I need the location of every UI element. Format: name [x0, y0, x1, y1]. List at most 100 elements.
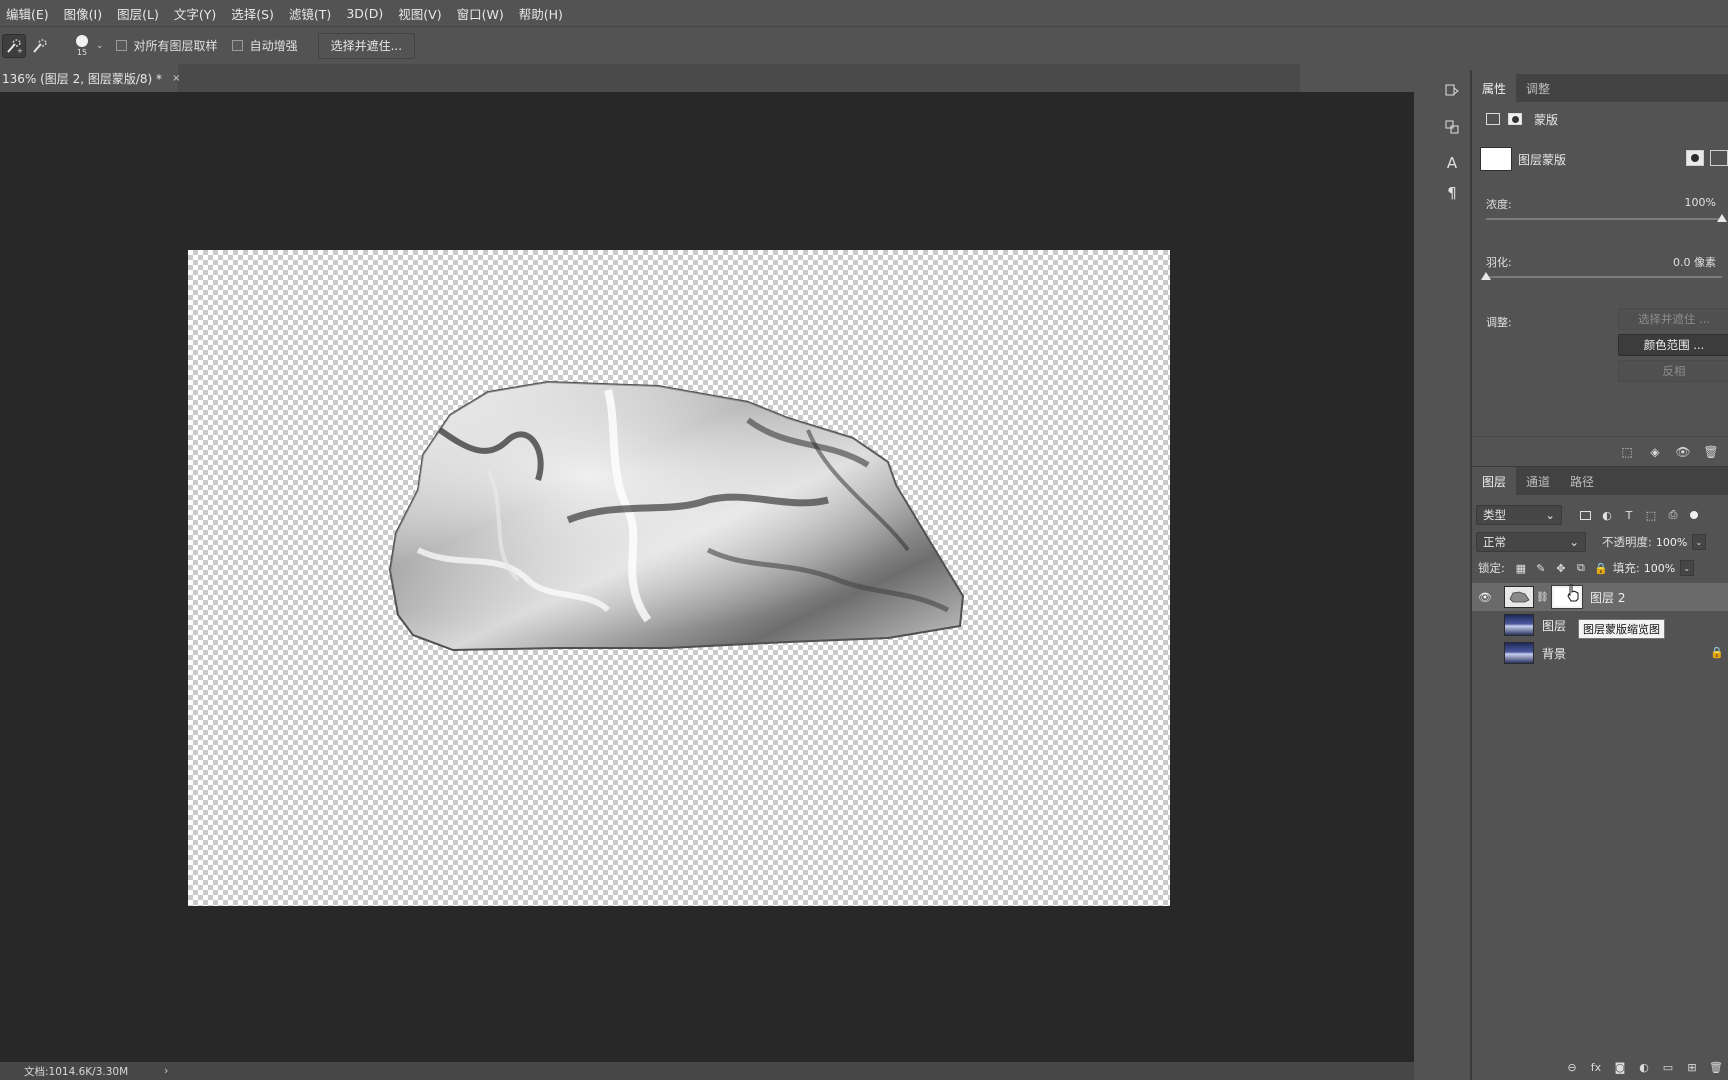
history-icon[interactable] — [1434, 76, 1470, 106]
filter-pixel-icon[interactable] — [1574, 506, 1596, 524]
menu-edit[interactable]: 编辑(E) — [6, 4, 49, 23]
checkbox-box[interactable] — [231, 40, 243, 51]
document-tab[interactable]: 136% (图层 2, 图层蒙版/8) * × — [0, 64, 180, 92]
density-knob[interactable] — [1717, 214, 1727, 222]
opacity-dropdown-icon[interactable]: ⌄ — [1691, 534, 1706, 550]
fx-icon[interactable]: fx — [1584, 1061, 1608, 1074]
lock-position-icon[interactable]: ✥ — [1551, 559, 1571, 577]
lock-artboard-icon[interactable]: ⧉ — [1571, 559, 1591, 577]
layer-name[interactable]: 图层 2 — [1590, 589, 1625, 606]
lock-all-icon[interactable]: 🔒 — [1591, 559, 1611, 577]
new-group-icon[interactable]: ▭ — [1656, 1061, 1680, 1074]
properties-footer: ⬚ ◈ 👁 🗑 — [1472, 436, 1728, 466]
color-range-button[interactable]: 颜色范围 ... — [1618, 334, 1728, 356]
brush-picker[interactable]: 15 — [74, 34, 90, 57]
new-layer-icon[interactable]: ⊞ — [1680, 1061, 1704, 1074]
density-track[interactable] — [1486, 218, 1722, 220]
menu-window[interactable]: 窗口(W) — [457, 4, 504, 23]
adjust-section: 调整: 选择并遮住 ... 颜色范围 ... 反相 — [1472, 308, 1728, 388]
close-icon[interactable]: × — [172, 73, 180, 84]
menu-layer[interactable]: 图层(L) — [117, 4, 159, 23]
layer-thumbnail[interactable] — [1504, 642, 1534, 664]
add-mask-icon[interactable]: ◙ — [1608, 1061, 1632, 1074]
layer-thumbnail[interactable] — [1504, 614, 1534, 636]
feather-slider[interactable]: 羽化: 0.0 像素 — [1472, 254, 1728, 294]
select-and-mask-button[interactable]: 选择并遮住... — [317, 32, 416, 59]
link-layers-icon[interactable]: ⊖ — [1560, 1061, 1584, 1074]
filter-toggle-icon[interactable] — [1690, 511, 1698, 519]
eye-hidden-icon[interactable]: 👁 — [1472, 639, 1498, 667]
delete-mask-icon[interactable]: 🗑 — [1700, 441, 1722, 463]
filter-type-icon[interactable]: T — [1618, 506, 1640, 524]
visibility-icon[interactable]: 👁 — [1672, 441, 1694, 463]
lock-pixels-icon[interactable]: ✎ — [1531, 559, 1551, 577]
add-vector-mask-icon[interactable] — [1710, 150, 1728, 166]
menu-select[interactable]: 选择(S) — [231, 4, 274, 23]
filter-shape-icon[interactable]: ⬚ — [1640, 506, 1662, 524]
filter-adjustment-icon[interactable]: ◐ — [1596, 506, 1618, 524]
chevron-down-icon[interactable]: ⌄ — [96, 41, 104, 51]
transform-icon[interactable] — [1434, 112, 1470, 142]
sample-all-layers-checkbox[interactable]: 对所有图层取样 — [115, 37, 218, 54]
tab-properties[interactable]: 属性 — [1472, 74, 1517, 102]
status-arrow-icon[interactable]: › — [164, 1065, 168, 1077]
layer-list: 👁 ⛓ 图层 2 👁 图层 图层蒙版缩览图 👁 背景 🔒 — [1472, 583, 1728, 667]
collapsed-panel-strip: A ¶ — [1434, 70, 1470, 1060]
fill-field[interactable]: 100% — [1644, 562, 1675, 575]
density-value[interactable]: 100% — [1685, 196, 1716, 212]
menu-view[interactable]: 视图(V) — [398, 4, 441, 23]
menu-image[interactable]: 图像(I) — [64, 4, 102, 23]
menu-type[interactable]: 文字(Y) — [174, 4, 216, 23]
filter-kind-select[interactable]: 类型 ⌄ — [1476, 505, 1562, 525]
add-pixel-mask-icon[interactable] — [1686, 150, 1704, 166]
load-selection-icon[interactable]: ⬚ — [1616, 441, 1638, 463]
feather-knob[interactable] — [1481, 272, 1491, 280]
artboard-transparent[interactable] — [188, 250, 1170, 906]
eye-hidden-icon[interactable]: 👁 — [1472, 611, 1498, 639]
mask-type-label: 蒙版 — [1534, 112, 1559, 127]
tooltip: 图层蒙版缩览图 — [1578, 619, 1665, 639]
quick-selection-add-icon[interactable]: + — [2, 33, 26, 58]
feather-value[interactable]: 0.0 像素 — [1673, 254, 1716, 270]
paragraph-icon[interactable]: ¶ — [1434, 178, 1470, 208]
adjustment-layer-icon[interactable]: ◐ — [1632, 1061, 1656, 1074]
fill-dropdown-icon[interactable]: ⌄ — [1679, 560, 1694, 576]
layer-thumbnail[interactable] — [1504, 586, 1534, 608]
opacity-field[interactable]: 100% — [1656, 536, 1687, 549]
layer-mask-icon[interactable] — [1508, 113, 1522, 125]
density-slider[interactable]: 浓度: 100% — [1472, 196, 1728, 236]
select-and-mask-button-props[interactable]: 选择并遮住 ... — [1618, 308, 1728, 330]
apply-mask-icon[interactable]: ◈ — [1644, 441, 1666, 463]
invert-button[interactable]: 反相 — [1618, 360, 1728, 382]
layer-name[interactable]: 图层 — [1542, 617, 1566, 634]
auto-enhance-checkbox[interactable]: 自动增强 — [231, 37, 298, 54]
menu-3d[interactable]: 3D(D) — [346, 6, 383, 21]
delete-layer-icon[interactable]: 🗑 — [1704, 1061, 1728, 1074]
feather-track[interactable] — [1486, 276, 1722, 278]
tab-channels[interactable]: 通道 — [1516, 467, 1560, 495]
canvas-area[interactable] — [0, 92, 1414, 1062]
menu-help[interactable]: 帮助(H) — [519, 4, 563, 23]
tab-adjustments[interactable]: 调整 — [1516, 74, 1560, 102]
character-icon[interactable]: A — [1434, 148, 1470, 178]
eye-icon[interactable]: 👁 — [1472, 583, 1498, 611]
tab-paths[interactable]: 路径 — [1560, 467, 1604, 495]
layer-mask-row: 图层蒙版 — [1472, 140, 1728, 178]
checkbox-box[interactable] — [115, 40, 127, 51]
tab-layers[interactable]: 图层 — [1472, 467, 1517, 495]
menu-filter[interactable]: 滤镜(T) — [289, 4, 331, 23]
filter-smart-object-icon[interactable]: ⎙ — [1662, 506, 1684, 524]
lock-transparent-icon[interactable]: ▦ — [1511, 559, 1531, 577]
chain-link-icon[interactable]: ⛓ — [1536, 592, 1549, 603]
layer-row-layer2[interactable]: 👁 ⛓ 图层 2 — [1472, 583, 1728, 611]
layer-row-background[interactable]: 👁 背景 🔒 — [1472, 639, 1728, 667]
blend-mode-value: 正常 — [1483, 535, 1506, 549]
layers-footer: ⊖ fx ◙ ◐ ▭ ⊞ 🗑 — [1472, 1054, 1728, 1080]
quick-selection-subtract-icon[interactable] — [28, 34, 52, 58]
pixel-mask-icon[interactable] — [1486, 113, 1500, 125]
blend-mode-select[interactable]: 正常 ⌄ — [1476, 532, 1586, 552]
options-bar: + 15 ⌄ 对所有图层取样 自动增强 选择并遮住... — [0, 26, 1728, 64]
layer-row-layer[interactable]: 👁 图层 图层蒙版缩览图 — [1472, 611, 1728, 639]
layer-name[interactable]: 背景 — [1542, 645, 1566, 662]
blend-row: 正常 ⌄ 不透明度: 100% ⌄ — [1472, 529, 1728, 555]
